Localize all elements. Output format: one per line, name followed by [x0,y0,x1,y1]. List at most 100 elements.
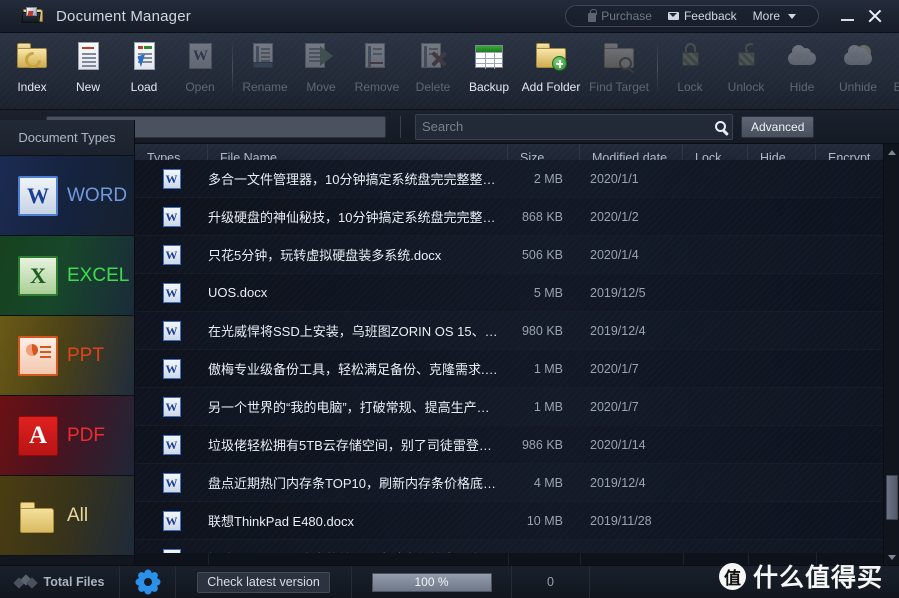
word-icon: W [18,175,58,216]
cell-type: W [135,206,208,227]
toolbar-button-encrypt[interactable]: Encrypt [886,33,899,105]
toolbar-button-open[interactable]: W Open [172,33,228,105]
mail-icon [667,12,679,20]
lock-icon [588,8,597,22]
search-icon[interactable] [715,121,726,132]
toolbar-button-new[interactable]: New [60,33,116,105]
minimize-button[interactable] [833,0,861,33]
word-icon: W [162,472,181,493]
cell-file-name: UOS.docx [208,285,268,300]
table-row[interactable]: W 垃圾佬轻松拥有5TB云存储空间，别了司徒雷登某度网… 986 KB 2020/1/… [135,426,883,464]
cell-size: 980 KB [521,323,563,338]
cell-type: W [135,320,208,341]
index-folder-icon [13,38,51,76]
cell-file-name: 联想ThinkPad E480.docx [208,514,354,529]
more-label: More [752,9,780,23]
pdf-icon: A [18,415,58,456]
toolbar-button-rename[interactable]: Rename [237,33,293,105]
scroll-down-icon[interactable] [884,549,899,565]
purchase-button[interactable]: Purchase [580,8,660,23]
more-button[interactable]: More [745,9,804,23]
table-row[interactable]: W 升级硬盘的神仙秘技，10分钟搞定系统盘完完整整的大… 868 KB 2020/1/… [135,198,883,236]
toolbar-button-index[interactable]: Index [4,33,60,105]
toolbar-button-remove[interactable]: Remove [349,33,405,105]
cell-file-name: 升级硬盘的神仙秘技，10分钟搞定系统盘完完整整的大… [208,210,508,225]
word-icon: W [162,358,181,379]
table-row[interactable]: W 在光威悍将SSD上安装，乌班图ZORIN OS 15、WIN10… 980 KB… [135,312,883,350]
toolbar-button-backup[interactable]: Backup [461,33,517,105]
cell-file-name: 多合一文件管理器，10分钟搞定系统盘完完整整的大… [208,172,508,187]
toolbar-button-load[interactable]: Load [116,33,172,105]
toolbar-divider-2 [657,41,658,95]
load-document-icon [125,38,163,76]
cell-type: W [135,358,208,379]
sidebar-item-excel[interactable]: X EXCEL [0,236,134,316]
table-row[interactable]: W 解决WINDOWS痛点的神器，本地文件搜索从未如此简…1 MB2020/1/9 [135,540,883,553]
table-row[interactable]: W 多合一文件管理器，10分钟搞定系统盘完完整整的大… 2 MB 2020/1/1 [135,160,883,198]
toolbar-button-delete[interactable]: Delete [405,33,461,105]
toolbar-button-move[interactable]: Move [293,33,349,105]
cell-file-name: 盘点近期热门内存条TOP10，刷新内存条价格底线.docx [208,476,508,491]
toolbar-label: Backup [468,80,510,94]
cell-file-name: 在光威悍将SSD上安装，乌班图ZORIN OS 15、WIN10… [208,324,508,339]
check-version-cell: Check latest version [176,565,352,598]
cell-type: W [135,434,208,455]
pathbar-divider [400,115,401,138]
remove-icon [358,38,396,76]
table-body: W 多合一文件管理器，10分钟搞定系统盘完完整整的大… 2 MB 2020/1/1 W 升… [135,160,883,553]
ppt-icon [18,335,58,376]
table-row[interactable]: W 另一个世界的“我的电脑”，打破常规、提高生产力.docx 1 MB 2020/1/… [135,388,883,426]
scroll-up-icon[interactable] [884,144,899,160]
search-box[interactable] [415,113,733,140]
cell-type: W [135,396,208,417]
toolbar-label: Remove [354,80,400,94]
file-table: Types File Name Size Modified date Lock … [135,144,899,565]
table-row[interactable]: W UOS.docx 5 MB 2019/12/5 [135,274,883,312]
toolbar-button-unlock[interactable]: Unlock [718,33,774,105]
window-title: Document Manager [56,7,191,25]
table-row[interactable]: W 只花5分钟，玩转虚拟硬盘装多系统.docx 506 KB 2020/1/4 [135,236,883,274]
cell-modified-date: 2019/12/4 [590,475,646,490]
sidebar-item-label: PDF [67,424,105,446]
cell-size: 4 MB [533,475,563,490]
table-row[interactable]: W 盘点近期热门内存条TOP10，刷新内存条价格底线.docx 4 MB 2019/1… [135,464,883,502]
scroll-thumb[interactable] [886,475,898,520]
check-latest-version-button[interactable]: Check latest version [197,571,330,593]
feedback-button[interactable]: Feedback [660,9,745,23]
close-button[interactable] [861,0,889,33]
settings-button[interactable] [120,565,176,598]
cell-type: W [135,510,208,531]
toolbar-button-hide[interactable]: Hide [774,33,830,105]
add-folder-icon [532,38,570,76]
advanced-button[interactable]: Advanced [741,115,815,138]
word-icon: W [162,282,181,303]
watermark-text: 什么值得买 [752,563,883,592]
cell-modified-date: 2019/12/5 [590,285,646,300]
toolbar-button-find-target[interactable]: Find Target [585,33,653,105]
cell-size: 1 MB [508,552,580,554]
sidebar-item-word[interactable]: W WORD [0,156,134,236]
cell-type: W [135,244,208,265]
toolbar-button-lock[interactable]: Lock [662,33,718,105]
table-row[interactable]: W 联想ThinkPad E480.docx 10 MB 2019/11/28 [135,502,883,540]
search-input[interactable] [422,119,715,134]
lock-icon [671,38,709,76]
sidebar-item-all[interactable]: All [0,476,134,556]
sidebar: Document Types W WORD X EXCEL PPT A PDF … [0,120,135,565]
sidebar-item-ppt[interactable]: PPT [0,316,134,396]
word-icon: W [162,244,181,265]
toolbar-label: Lock [677,80,703,94]
word-icon: W [162,434,181,455]
minimize-icon [840,19,854,21]
toolbar-label: Unlock [727,80,765,94]
toolbar-label: Rename [242,80,288,94]
sidebar-title: Document Types [0,120,134,156]
sidebar-item-pdf[interactable]: A PDF [0,396,134,476]
vertical-scrollbar[interactable] [883,144,899,565]
cell-size: 506 KB [521,247,563,262]
find-target-icon [600,38,638,76]
cell-modified-date: 2020/1/9 [580,552,683,554]
table-row[interactable]: W 傲梅专业级备份工具，轻松满足备份、克隆需求.docx 1 MB 2020/1/7 [135,350,883,388]
toolbar-button-unhide[interactable]: Unhide [830,33,886,105]
toolbar-button-add-folder[interactable]: Add Folder [517,33,585,105]
